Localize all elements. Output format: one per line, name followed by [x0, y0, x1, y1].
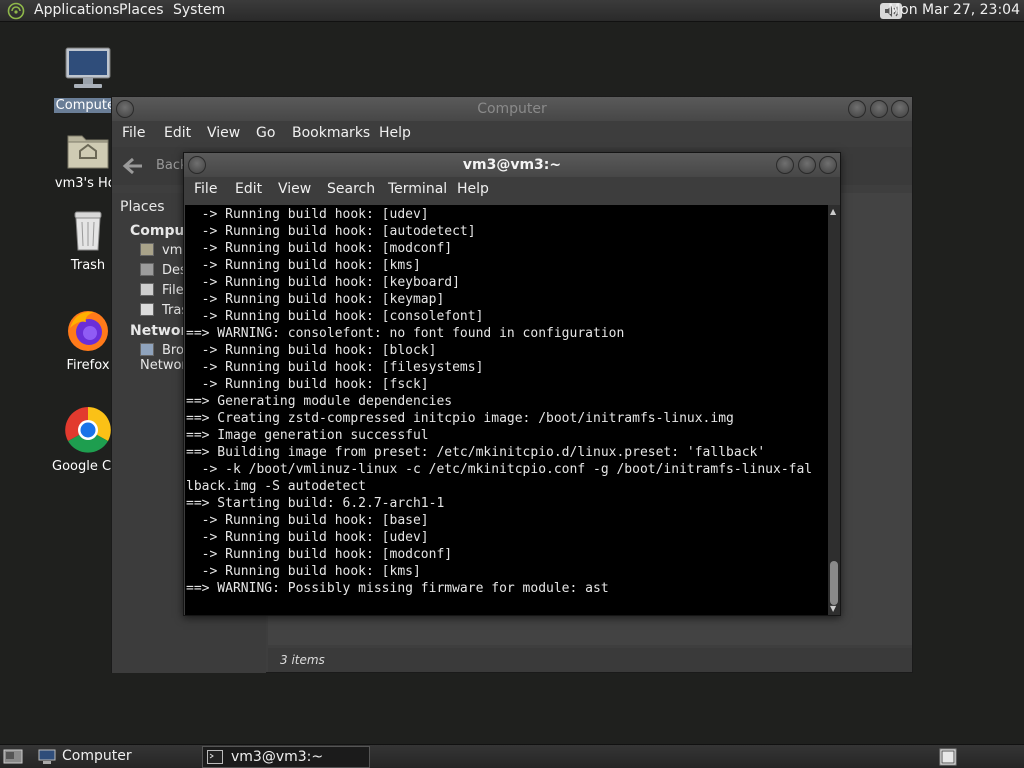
menu-view[interactable]: View	[207, 125, 240, 141]
network-icon	[140, 343, 154, 356]
menu-terminal[interactable]: Terminal	[388, 181, 447, 197]
close-button[interactable]	[891, 100, 909, 118]
taskbar-item-terminal[interactable]: vm3@vm3:~	[202, 746, 370, 768]
scroll-down-arrow-icon[interactable]: ▼	[830, 604, 836, 613]
top-panel: Applications Places System Mon Mar 27, 2…	[0, 0, 1024, 22]
home-folder-icon	[67, 135, 109, 169]
terminal-scrollbar[interactable]: ▲ ▼	[828, 205, 840, 615]
desktop-icon-label: Trash	[70, 258, 106, 273]
file-manager-titlebar[interactable]: Computer	[112, 97, 912, 121]
drive-icon	[140, 283, 154, 296]
menu-help[interactable]: Help	[457, 181, 489, 197]
menu-bookmarks[interactable]: Bookmarks	[292, 125, 370, 141]
firefox-icon	[68, 311, 108, 351]
taskbar-item-computer[interactable]: Computer	[34, 746, 198, 768]
maximize-button[interactable]	[798, 156, 816, 174]
sidebar-header[interactable]: Places	[120, 199, 165, 215]
home-icon	[140, 243, 154, 256]
close-button[interactable]	[819, 156, 837, 174]
computer-icon	[65, 47, 111, 88]
taskbar-item-label: Computer	[62, 748, 132, 764]
window-menu-button[interactable]	[116, 100, 134, 118]
minimize-button[interactable]	[776, 156, 794, 174]
workspace-switcher-icon[interactable]	[939, 748, 957, 766]
status-bar: 3 items	[268, 648, 912, 672]
menu-search[interactable]: Search	[327, 181, 375, 197]
scrollbar-thumb[interactable]	[830, 561, 838, 605]
menu-applications[interactable]: Applications	[34, 2, 120, 18]
terminal-icon	[207, 750, 223, 764]
computer-icon	[38, 749, 56, 764]
terminal-text: -> Running build hook: [udev] -> Running…	[186, 207, 813, 596]
terminal-titlebar[interactable]: vm3@vm3:~	[184, 153, 840, 177]
bottom-panel: Computer vm3@vm3:~	[0, 744, 1024, 768]
window-menu-button[interactable]	[188, 156, 206, 174]
show-desktop-icon[interactable]	[3, 748, 23, 766]
scroll-up-arrow-icon[interactable]: ▲	[830, 207, 836, 216]
menu-view[interactable]: View	[278, 181, 311, 197]
terminal-window[interactable]: vm3@vm3:~ File Edit View Search Terminal…	[183, 152, 841, 616]
window-title: Computer	[477, 101, 547, 117]
distro-logo-icon[interactable]	[6, 2, 26, 20]
trash-icon	[140, 303, 154, 316]
menu-edit[interactable]: Edit	[164, 125, 191, 141]
minimize-button[interactable]	[848, 100, 866, 118]
menu-places[interactable]: Places	[119, 2, 164, 18]
menu-go[interactable]: Go	[256, 125, 275, 141]
back-button[interactable]: Back	[122, 155, 192, 177]
menu-file[interactable]: File	[194, 181, 217, 197]
trash-icon	[74, 211, 102, 251]
arrow-left-icon	[122, 157, 142, 175]
terminal-output[interactable]: -> Running build hook: [udev] -> Running…	[185, 205, 828, 615]
menu-file[interactable]: File	[122, 125, 145, 141]
maximize-button[interactable]	[870, 100, 888, 118]
desktop-icon	[140, 263, 154, 276]
status-text: 3 items	[280, 653, 325, 667]
chrome-icon	[65, 407, 111, 453]
menu-system[interactable]: System	[173, 2, 225, 18]
menu-edit[interactable]: Edit	[235, 181, 262, 197]
terminal-menubar: File Edit View Search Terminal Help	[184, 177, 840, 205]
desktop-icon-label: Firefox	[66, 358, 110, 373]
file-manager-menubar: File Edit View Go Bookmarks Help	[112, 121, 912, 147]
menu-help[interactable]: Help	[379, 125, 411, 141]
window-title: vm3@vm3:~	[462, 157, 562, 173]
taskbar-item-label: vm3@vm3:~	[231, 749, 324, 765]
clock[interactable]: Mon Mar 27, 23:04	[888, 2, 1020, 18]
